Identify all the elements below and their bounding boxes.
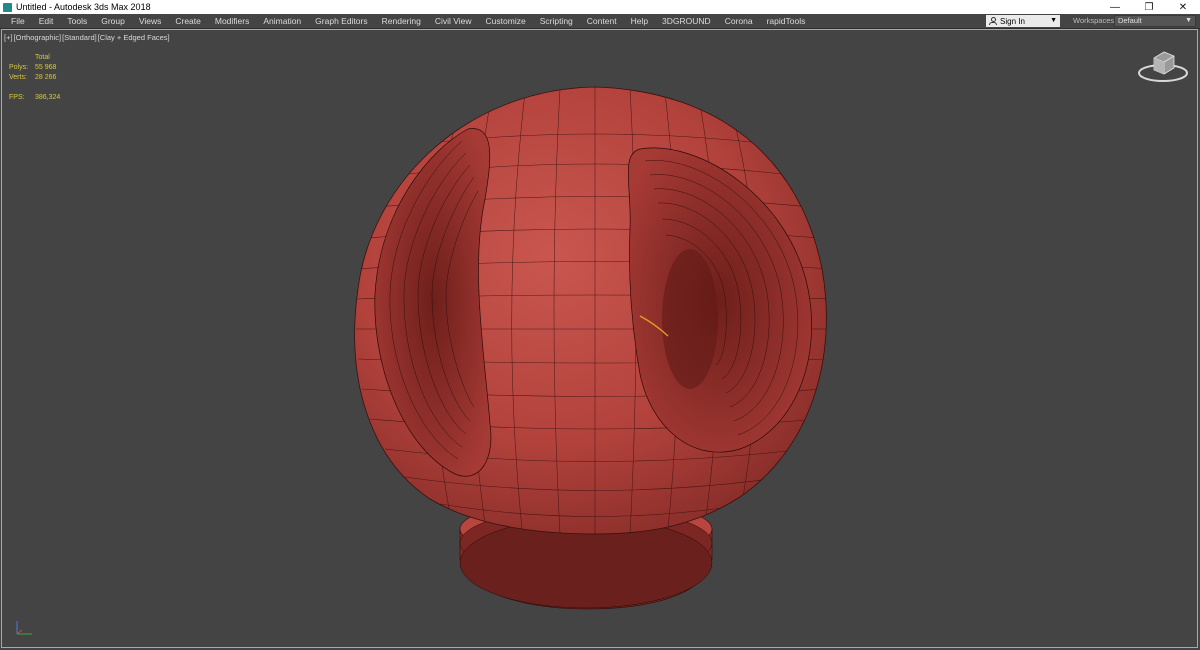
window-controls: — ❐ ✕ xyxy=(1098,0,1200,14)
sign-in-dropdown[interactable]: Sign In ▼ xyxy=(986,15,1060,27)
verts-value: 28 266 xyxy=(35,74,57,81)
menu-item-create[interactable]: Create xyxy=(168,14,208,28)
stats-header: Total xyxy=(35,54,50,61)
viewcube-icon[interactable] xyxy=(1136,46,1190,86)
viewport-label-part[interactable]: [+] xyxy=(4,33,13,42)
window-title: Untitled - Autodesk 3ds Max 2018 xyxy=(16,2,151,12)
menu-item-group[interactable]: Group xyxy=(94,14,132,28)
stats-overlay: Total Polys: 55 968 Verts: 28 266 FPS: 3… xyxy=(9,53,60,103)
sign-in-label: Sign In xyxy=(1000,16,1025,26)
menu-item-animation[interactable]: Animation xyxy=(256,14,308,28)
stats-polys: Polys: 55 968 xyxy=(9,63,60,73)
menu-item-help[interactable]: Help xyxy=(624,14,655,28)
menu-item-edit[interactable]: Edit xyxy=(32,14,61,28)
verts-label: Verts: xyxy=(9,74,27,81)
menu-item-3dground[interactable]: 3DGROUND xyxy=(655,14,718,28)
menu-item-content[interactable]: Content xyxy=(580,14,624,28)
polys-label: Polys: xyxy=(9,64,29,71)
viewport-label[interactable]: [+][Orthographic][Standard][Clay + Edged… xyxy=(4,33,171,42)
polys-value: 55 968 xyxy=(35,64,57,71)
menu-item-rendering[interactable]: Rendering xyxy=(375,14,428,28)
menu-item-scripting[interactable]: Scripting xyxy=(533,14,580,28)
viewport-label-part[interactable]: [Standard] xyxy=(62,33,97,42)
menu-item-corona[interactable]: Corona xyxy=(718,14,760,28)
menu-bar: File Edit Tools Group Views Create Modifiers An… xyxy=(0,14,1200,29)
app-icon xyxy=(3,2,12,12)
menu-item-file[interactable]: File xyxy=(4,14,32,28)
viewport-label-part[interactable]: [Clay + Edged Faces] xyxy=(98,33,170,42)
menu-items: File Edit Tools Group Views Create Modifiers An… xyxy=(0,14,812,28)
viewport-scene[interactable] xyxy=(0,29,1200,650)
chevron-down-icon: ▼ xyxy=(1050,17,1057,24)
menu-item-civil-view[interactable]: Civil View xyxy=(428,14,479,28)
restore-icon[interactable]: ❐ xyxy=(1132,0,1166,14)
stats-verts: Verts: 28 266 xyxy=(9,73,60,83)
close-icon[interactable]: ✕ xyxy=(1166,0,1200,14)
stats-fps: FPS: 386,324 xyxy=(9,93,60,103)
menu-item-views[interactable]: Views xyxy=(132,14,169,28)
title-bar: Untitled - Autodesk 3ds Max 2018 — ❐ ✕ xyxy=(0,0,1200,14)
fps-value: 386,324 xyxy=(35,94,61,101)
menu-item-graph-editors[interactable]: Graph Editors xyxy=(308,14,374,28)
menu-item-rapidtools[interactable]: rapidTools xyxy=(760,14,813,28)
axis-tripod-icon xyxy=(16,621,32,635)
workspaces-value: Default xyxy=(1118,16,1142,25)
workspaces-select[interactable]: Default ▼ xyxy=(1114,15,1196,27)
minimize-icon[interactable]: — xyxy=(1098,0,1132,14)
workspaces-label: Workspaces: xyxy=(1073,16,1117,25)
chevron-down-icon: ▼ xyxy=(1185,17,1192,24)
fps-label: FPS: xyxy=(9,94,25,101)
menu-item-modifiers[interactable]: Modifiers xyxy=(208,14,256,28)
viewport-label-part[interactable]: [Orthographic] xyxy=(14,33,62,42)
user-icon xyxy=(989,17,997,25)
menu-item-customize[interactable]: Customize xyxy=(479,14,533,28)
menu-item-tools[interactable]: Tools xyxy=(60,14,94,28)
mesh-body xyxy=(354,86,827,535)
